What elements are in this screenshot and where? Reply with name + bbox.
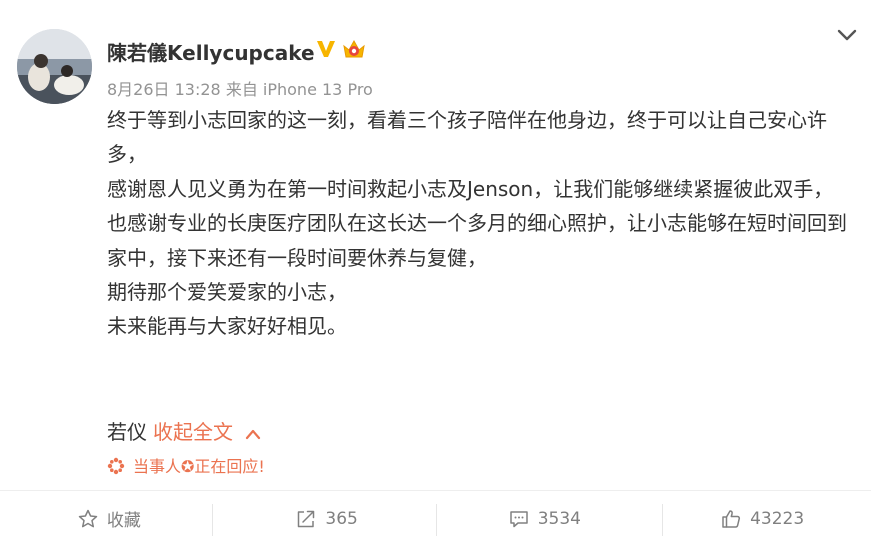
content-line: 期待那个爱笑爱家的小志，: [107, 280, 347, 305]
post-content: 终于等到小志回家的这一刻，看着三个孩子陪伴在他身边，终于可以让自己安心许多， 感…: [107, 103, 852, 344]
avatar-photo: [17, 29, 92, 104]
signature-row: 若仪 收起全文: [107, 416, 261, 445]
action-separator: [212, 504, 213, 536]
collapse-button[interactable]: 收起全文: [153, 420, 233, 444]
action-separator: [436, 504, 437, 536]
comment-count: 3534: [537, 508, 581, 529]
verified-v-icon: [317, 41, 335, 57]
post-meta: 8月26日 13:28 来自 iPhone 13 Pro: [107, 80, 373, 99]
like-button[interactable]: 43223: [653, 491, 871, 546]
flower-icon: [107, 457, 125, 475]
content-line: 感谢恩人见义勇为在第一时间救起小志及Jenson，让我们能够继续紧握彼此双手，: [107, 176, 834, 201]
content-line: 未来能再与大家好好相见。: [107, 314, 347, 339]
repost-button[interactable]: 365: [218, 491, 436, 546]
repost-count: 365: [325, 508, 358, 529]
favorite-label: 收藏: [106, 511, 141, 531]
chevron-up-icon[interactable]: [245, 428, 261, 440]
repost-icon: [298, 510, 315, 527]
crown-badge-icon: [343, 39, 365, 58]
comment-button[interactable]: 3534: [436, 491, 654, 546]
notice-text: 当事人✪正在回应!: [133, 457, 265, 476]
respondent-notice[interactable]: 当事人✪正在回应!: [107, 453, 265, 477]
chevron-down-icon[interactable]: [836, 27, 858, 43]
content-line: 终于等到小志回家的这一刻，看着三个孩子陪伴在他身边，终于可以让自己安心许多，: [107, 108, 827, 167]
avatar[interactable]: [17, 29, 92, 104]
like-count: 43223: [750, 508, 805, 529]
star-icon: [78, 509, 98, 527]
favorite-button[interactable]: 收藏: [0, 491, 218, 546]
content-line: 也感谢专业的长庚医疗团队在这长达一个多月的细心照护，让小志能够在短时间回到家中，…: [107, 211, 847, 270]
comment-icon: [509, 510, 528, 527]
author-name[interactable]: 陳若儀Kellycupcake: [107, 37, 315, 66]
signature: 若仪: [107, 420, 147, 444]
action-separator: [662, 504, 663, 536]
thumbs-up-icon: [722, 509, 741, 528]
